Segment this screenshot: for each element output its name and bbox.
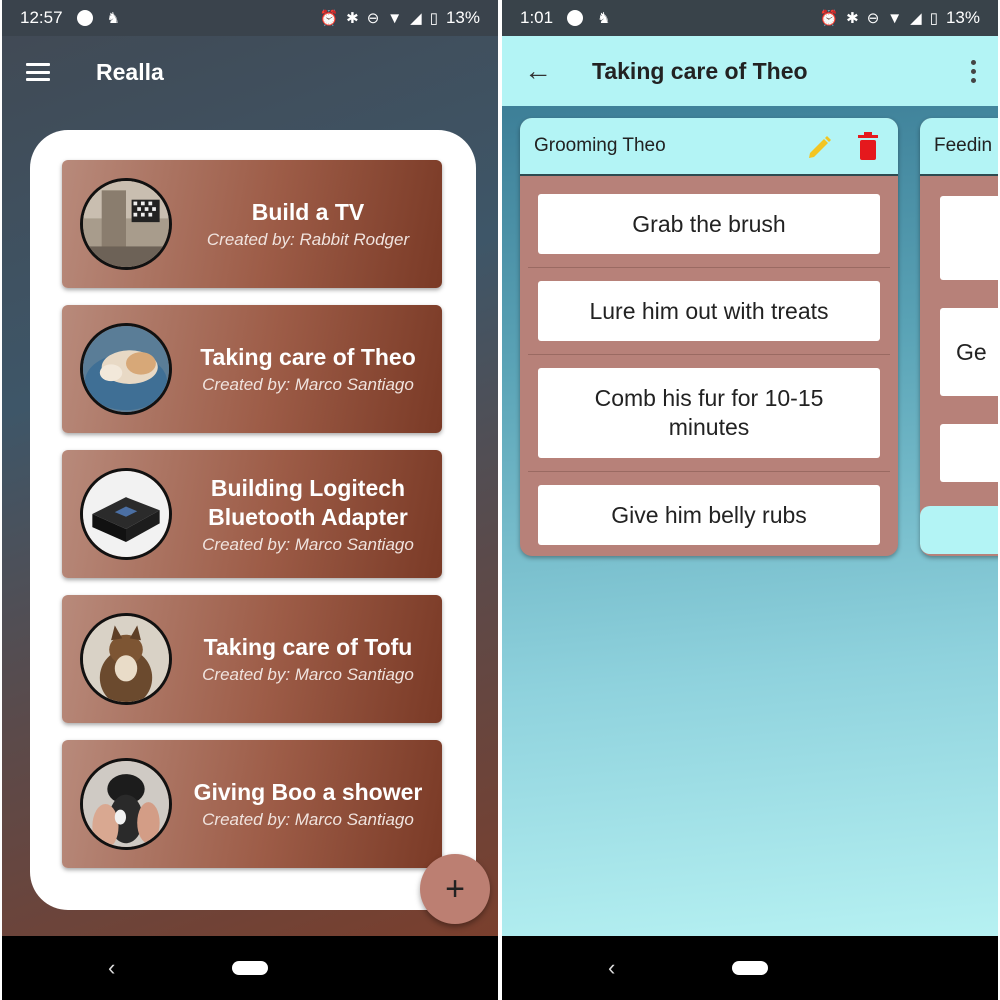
back-nav-icon[interactable]: ‹	[608, 955, 615, 981]
add-task-button[interactable]	[920, 506, 998, 554]
project-card[interactable]: Build a TV Created by: Rabbit Rodger	[62, 160, 442, 288]
bluetooth-adapter-photo	[80, 468, 172, 560]
phone-left: 12:57 ♞ ⏰ ✱ ⊖ ▼ ◢ ▯ 13% Realla Build a T…	[2, 0, 498, 1000]
project-card[interactable]: Building Logitech Bluetooth Adapter Crea…	[62, 450, 442, 578]
task-card[interactable]: Grab the brush	[538, 194, 880, 254]
alarm-icon: ⏰	[319, 9, 339, 27]
app-bar: Realla	[2, 36, 498, 108]
trash-icon[interactable]	[856, 132, 880, 160]
pencil-icon[interactable]	[804, 131, 834, 161]
task-card[interactable]	[940, 196, 998, 280]
navigation-bar: ‹	[502, 936, 998, 1000]
menu-icon[interactable]	[26, 63, 50, 81]
sleeping-cat-photo	[80, 323, 172, 415]
project-card[interactable]: Taking care of Tofu Created by: Marco Sa…	[62, 595, 442, 723]
board-screen: ← Taking care of Theo Grooming Theo Grab…	[502, 36, 998, 936]
bluetooth-icon: ✱	[846, 9, 859, 27]
task-list: Grab the brush Lure him out with treats …	[520, 176, 898, 545]
status-bar: 12:57 ♞ ⏰ ✱ ⊖ ▼ ◢ ▯ 13%	[2, 0, 498, 36]
alarm-icon: ⏰	[819, 9, 839, 27]
home-nav-button[interactable]	[232, 961, 268, 975]
project-title: Giving Boo a shower	[193, 779, 423, 805]
android-icon: ♞	[106, 9, 120, 27]
column-header: Grooming Theo	[520, 118, 898, 176]
battery-percent: 13%	[945, 8, 980, 27]
home-nav-button[interactable]	[732, 961, 768, 975]
task-card[interactable]	[940, 424, 998, 482]
task-column: Grooming Theo Grab the brush Lure him ou…	[520, 118, 898, 556]
cat-in-towel-photo	[80, 758, 172, 850]
add-project-button[interactable]: +	[420, 854, 490, 924]
task-card[interactable]: Lure him out with treats	[538, 281, 880, 341]
do-not-disturb-icon: ⊖	[366, 9, 380, 27]
signal-icon: ◢	[910, 9, 922, 27]
column-title: Feedin	[920, 118, 998, 176]
project-creator: Created by: Marco Santiago	[202, 810, 414, 829]
android-icon: ♞	[597, 9, 611, 27]
task-divider	[528, 267, 890, 268]
project-title: Taking care of Tofu	[203, 634, 413, 660]
battery-icon: ▯	[929, 9, 938, 27]
project-creator: Created by: Marco Santiago	[202, 534, 414, 554]
back-nav-icon[interactable]: ‹	[108, 955, 115, 981]
app-title: Realla	[96, 58, 164, 85]
project-list: Build a TV Created by: Rabbit Rodger Tak…	[62, 160, 442, 885]
bluetooth-icon: ✱	[346, 9, 359, 27]
battery-icon: ▯	[429, 9, 438, 27]
task-card[interactable]: Ge	[940, 308, 998, 396]
more-options-icon[interactable]	[971, 59, 976, 83]
page-title: Taking care of Theo	[592, 57, 808, 84]
app-bar: ← Taking care of Theo	[502, 36, 998, 106]
project-creator: Created by: Rabbit Rodger	[206, 230, 410, 249]
task-divider	[528, 354, 890, 355]
fluffy-cat-photo	[80, 613, 172, 705]
battery-percent: 13%	[445, 8, 480, 27]
status-time: 1:01	[520, 8, 554, 27]
status-bar: 1:01 ♞ ⏰ ✱ ⊖ ▼ ◢ ▯ 13%	[502, 0, 998, 36]
project-title: Taking care of Theo	[200, 344, 416, 370]
project-title: Build a TV	[251, 199, 365, 225]
project-card[interactable]: Giving Boo a shower Created by: Marco Sa…	[62, 740, 442, 868]
column-title: Grooming Theo	[534, 135, 666, 156]
task-divider	[528, 471, 890, 472]
signal-icon: ◢	[410, 9, 422, 27]
wifi-icon: ▼	[387, 9, 403, 27]
project-list-screen: Realla Build a TV Created by: Rabbit Rod…	[2, 36, 498, 936]
wifi-icon: ▼	[887, 9, 903, 27]
navigation-bar: ‹	[2, 936, 498, 1000]
task-card[interactable]: Comb his fur for 10-15 minutes	[538, 368, 880, 458]
notification-icon	[76, 10, 93, 26]
projects-panel: Build a TV Created by: Rabbit Rodger Tak…	[30, 130, 476, 910]
do-not-disturb-icon: ⊖	[866, 9, 880, 27]
notification-icon	[567, 10, 584, 26]
project-creator: Created by: Marco Santiago	[202, 665, 414, 684]
status-time: 12:57	[20, 8, 63, 27]
project-creator: Created by: Marco Santiago	[202, 375, 414, 394]
phone-right: 1:01 ♞ ⏰ ✱ ⊖ ▼ ◢ ▯ 13% ← Taking care of …	[502, 0, 998, 1000]
back-arrow-icon[interactable]: ←	[524, 55, 552, 87]
project-card[interactable]: Taking care of Theo Created by: Marco Sa…	[62, 305, 442, 433]
room-with-tv-photo	[80, 178, 172, 270]
task-card[interactable]: Give him belly rubs	[538, 485, 880, 545]
project-title: Building Logitech Bluetooth Adapter	[208, 474, 408, 530]
task-column: Feedin Ge	[920, 118, 998, 556]
